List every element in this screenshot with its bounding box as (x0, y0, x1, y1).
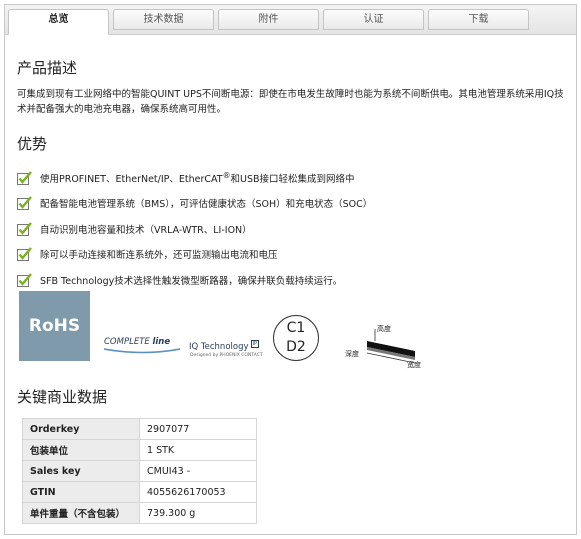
advantage-item: 配备智能电池管理系统（BMS），可评估健康状态（SOH）和充电状态（SOC） (17, 191, 572, 217)
value-cell: 4055626170053 (139, 481, 257, 503)
table-row: Sales key CMUI43 - (22, 460, 257, 482)
key-cell: 包装单位 (22, 439, 140, 461)
product-description-text: 可集成到现有工业网络中的智能QUINT UPS不间断电源：即使在市电发生故障时也… (17, 89, 564, 115)
complete-line-swoosh-icon (104, 348, 180, 354)
feature-logos: RoHS COMPLETE line IQ Technology IP Desig… (19, 291, 449, 369)
table-row: 单件重量（不含包装） 739.300 g (22, 502, 257, 524)
tab-downloads[interactable]: 下载 (428, 9, 529, 30)
key-cell: Sales key (22, 460, 140, 482)
value-cell: 2907077 (139, 418, 257, 440)
product-panel: 总览 技术数据 附件 认证 下载 产品描述 可集成到现有工业网络中的智能QUIN… (4, 4, 577, 535)
key-cell: GTIN (22, 481, 140, 503)
advantage-text: 自动识别电池容量和技术（VRLA-WTR、LI-ION） (40, 224, 252, 236)
value-cell: 739.300 g (139, 502, 257, 524)
dimensions-diagram-icon: 高度 深度 宽度 (345, 324, 421, 369)
product-description-heading: 产品描述 (17, 59, 78, 77)
value-cell: CMUI43 - (139, 460, 257, 482)
advantages-heading: 优势 (17, 135, 48, 153)
key-data-heading: 关键商业数据 (17, 388, 108, 406)
key-data-table: Orderkey 2907077 包装单位 1 STK Sales key CM… (22, 418, 257, 524)
advantage-item: SFB Technology技术选择性触发微型断路器，确保并联负载持续运行。 (17, 267, 572, 293)
advantage-item: 使用PROFINET、EtherNet/IP、EtherCAT®和USB接口轻松… (17, 165, 572, 191)
table-row: Orderkey 2907077 (22, 418, 257, 440)
table-row: GTIN 4055626170053 (22, 481, 257, 503)
advantage-text: SFB Technology技术选择性触发微型断路器，确保并联负载持续运行。 (40, 275, 343, 287)
advantage-text: 使用PROFINET、EtherNet/IP、EtherCAT®和USB接口轻松… (40, 170, 355, 185)
value-cell: 1 STK (139, 439, 257, 461)
c1-d2-badge: C1 D2 (273, 315, 319, 361)
advantage-item: 自动识别电池容量和技术（VRLA-WTR、LI-ION） (17, 216, 572, 242)
iq-technology-tagline: Designed by PHOENIX CONTACT (190, 353, 263, 358)
advantages-list: 使用PROFINET、EtherNet/IP、EtherCAT®和USB接口轻松… (17, 165, 572, 293)
advantage-text: 除可以手动连接和断连系统外，还可监测输出电流和电压 (40, 250, 278, 262)
tab-overview[interactable]: 总览 (8, 9, 109, 35)
key-cell: 单件重量（不含包装） (22, 502, 140, 524)
dimension-depth-label: 深度 (345, 349, 359, 358)
advantage-text: 配备智能电池管理系统（BMS），可评估健康状态（SOH）和充电状态（SOC） (40, 199, 373, 211)
tab-bar: 总览 技术数据 附件 认证 下载 (5, 5, 576, 35)
rohs-logo: RoHS (19, 291, 90, 361)
complete-line-logo: COMPLETE line (104, 337, 171, 347)
iq-technology-logo: IQ Technology IP (189, 340, 260, 352)
advantage-item: 除可以手动连接和断连系统外，还可监测输出电流和电压 (17, 242, 572, 268)
checkmark-icon (17, 170, 32, 185)
table-row: 包装单位 1 STK (22, 439, 257, 461)
tab-certifications[interactable]: 认证 (323, 9, 424, 30)
checkmark-icon (17, 196, 32, 211)
dimension-height-label: 高度 (377, 324, 391, 333)
checkmark-icon (17, 247, 32, 262)
tab-accessories[interactable]: 附件 (218, 9, 319, 30)
checkmark-icon (17, 221, 32, 236)
checkmark-icon (17, 272, 32, 287)
key-cell: Orderkey (22, 418, 140, 440)
tab-technical-data[interactable]: 技术数据 (113, 9, 214, 30)
dimension-width-label: 宽度 (407, 360, 421, 369)
